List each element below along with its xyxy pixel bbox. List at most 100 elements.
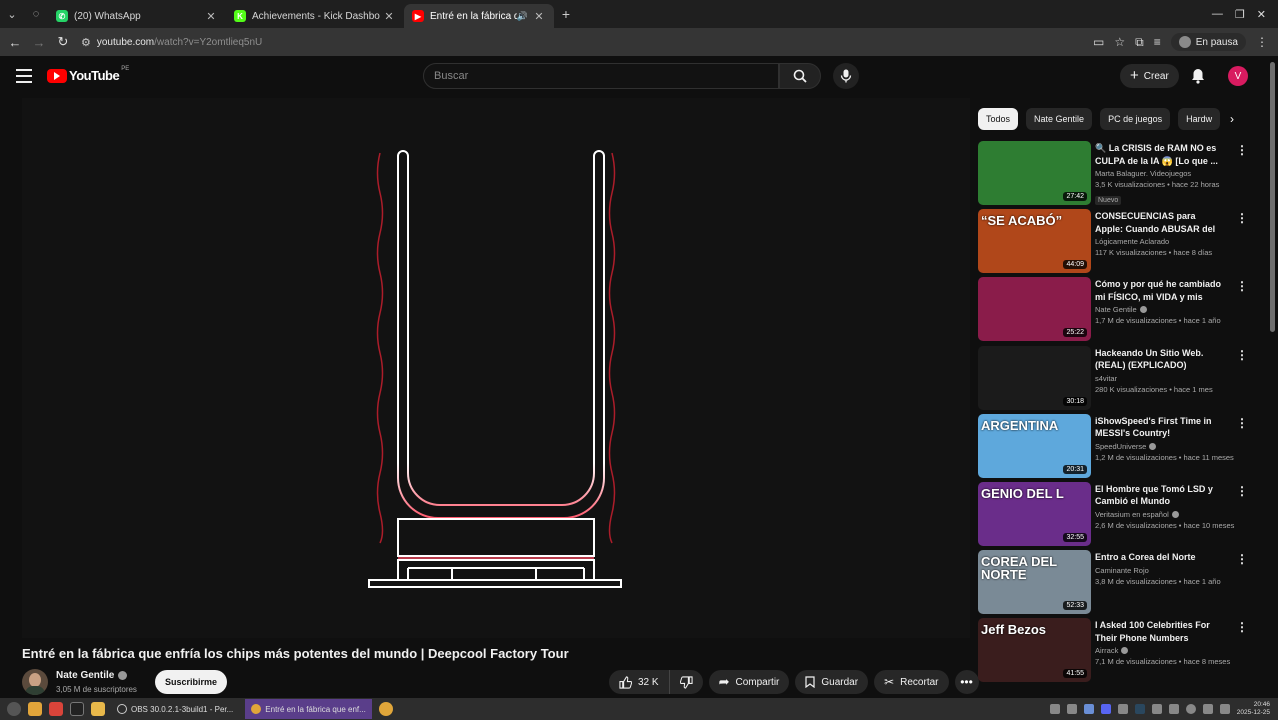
site-info-icon[interactable]: ⚙ [81,36,91,49]
profile-button[interactable]: En pausa [1170,33,1246,51]
save-button[interactable]: Guardar [795,670,869,694]
extensions-puzzle-icon[interactable]: ⧉ [1135,35,1144,50]
voice-search-button[interactable] [833,63,859,89]
address-bar[interactable]: ⚙ youtube.com/watch?v=Y2omtlieq5nU [81,31,1041,53]
kebab-menu-icon[interactable]: ⋮ [1236,279,1248,293]
kebab-menu-icon[interactable]: ⋮ [1236,552,1248,566]
channel-avatar[interactable] [22,669,48,695]
recommendation-channel[interactable]: Airrack [1095,646,1225,655]
bookmark-star-icon[interactable]: ☆ [1114,35,1125,49]
minimize-icon[interactable]: — [1212,8,1223,21]
terminal-icon[interactable] [70,702,84,716]
chevron-right-icon[interactable]: › [1222,108,1242,130]
wifi-icon[interactable] [1168,704,1179,714]
tab-kick[interactable]: K Achievements - Kick Dashbo ✕ [226,4,404,28]
menu-icon[interactable] [16,69,32,83]
search-input[interactable]: Buscar [423,63,779,89]
recommendation-item[interactable]: GENIO DEL L 32:55 El Hombre que Tomó LSD… [978,481,1250,550]
app-red-icon[interactable] [49,702,63,716]
battery-icon[interactable] [1219,704,1230,714]
recommendation-channel[interactable]: s4vitar [1095,374,1225,383]
kebab-menu-icon[interactable]: ⋮ [1236,143,1248,157]
scrollbar[interactable] [1270,62,1275,332]
kebab-menu-icon[interactable]: ⋮ [1236,620,1248,634]
video-thumbnail[interactable]: Jeff Bezos 41:55 [978,618,1091,683]
notification-icon[interactable] [1117,704,1128,714]
bluetooth-icon[interactable] [1083,704,1094,714]
video-thumbnail[interactable]: ARGENTINA 20:31 [978,413,1091,478]
video-thumbnail[interactable]: 30:18 [978,345,1091,410]
system-menu-icon[interactable] [7,702,21,716]
video-thumbnail[interactable]: GENIO DEL L 32:55 [978,481,1091,546]
search-button[interactable] [779,63,821,89]
recommendation-channel[interactable]: Nate Gentile [1095,305,1225,314]
task-browser[interactable]: Entré en la fábrica que enf... [245,699,372,719]
speaker-icon[interactable]: 🔊 [517,11,528,22]
recommendation-title[interactable]: 🔍 La CRISIS de RAM NO es CULPA de la IA … [1095,142,1225,167]
close-tab-icon[interactable]: ✕ [204,10,218,23]
tray-app-icon[interactable] [1066,704,1077,714]
recommendation-channel[interactable]: Veritasium en español [1095,510,1225,519]
reload-icon[interactable]: ↻ [51,30,75,54]
video-thumbnail[interactable]: “SE ACABÓ” 44:09 [978,209,1091,274]
task-obs[interactable]: OBS 30.0.2.1-3build1 - Per... [111,699,239,719]
close-window-icon[interactable]: ✕ [1257,8,1266,21]
kebab-menu-icon[interactable]: ⋮ [1236,416,1248,430]
tab-search-icon[interactable]: ⌄ [0,4,24,24]
maximize-icon[interactable]: ❐ [1235,8,1245,21]
youtube-logo[interactable]: YouTube PE [47,66,129,83]
kebab-menu-icon[interactable]: ⋮ [1236,348,1248,362]
chip-todos[interactable]: Todos [978,108,1019,130]
recommendation-title[interactable]: Entro a Corea del Norte [1095,551,1225,564]
chip-hardware[interactable]: Hardw [1178,108,1221,130]
volume-icon[interactable] [1202,704,1213,714]
recommendation-item[interactable]: 27:42 🔍 La CRISIS de RAM NO es CULPA de … [978,141,1250,209]
clock[interactable]: 20:46 2025-12-25 [1237,701,1270,717]
recommendation-title[interactable]: iShowSpeed's First Time in MESSI's Count… [1095,415,1225,440]
steam-icon[interactable] [1134,704,1145,714]
kebab-menu-icon[interactable]: ⋮ [1236,211,1248,225]
recommendation-item[interactable]: Jeff Bezos 41:55 I Asked 100 Celebrities… [978,618,1250,686]
update-icon[interactable] [1185,704,1196,714]
video-thumbnail[interactable]: COREA DEL NORTE 52:33 [978,550,1091,615]
kebab-menu-icon[interactable]: ⋮ [1236,484,1248,498]
channel-name[interactable]: Nate Gentile [56,670,128,681]
like-button[interactable]: 32 K [609,670,670,694]
more-actions-button[interactable]: ••• [954,670,979,694]
chip-pc-de-juegos[interactable]: PC de juegos [1100,108,1171,130]
video-thumbnail[interactable]: 25:22 [978,277,1091,342]
account-avatar[interactable]: V [1228,66,1248,86]
recommendation-channel[interactable]: SpeedUniverse [1095,442,1225,451]
recommendation-item[interactable]: 30:18 Hackeando Un Sitio Web. (REAL) (EX… [978,345,1250,414]
recommendation-title[interactable]: El Hombre que Tomó LSD y Cambió el Mundo [1095,483,1225,508]
recommendation-item[interactable]: “SE ACABÓ” 44:09 CONSECUENCIAS para Appl… [978,209,1250,277]
files-icon[interactable] [28,702,42,716]
recommendation-item[interactable]: ARGENTINA 20:31 iShowSpeed's First Time … [978,413,1250,482]
close-tab-icon[interactable]: ✕ [532,10,546,23]
new-tab-button[interactable]: + [554,6,578,22]
chrome-pinned-icon[interactable] [378,702,393,716]
forward-icon[interactable]: → [27,30,51,54]
back-icon[interactable]: ← [3,30,27,54]
recommendation-title[interactable]: I Asked 100 Celebrities For Their Phone … [1095,619,1225,644]
recommendation-item[interactable]: COREA DEL NORTE 52:33 Entro a Corea del … [978,550,1250,618]
media-controls-icon[interactable]: ≡ [1154,35,1161,49]
clip-button[interactable]: ✂ Recortar [874,670,949,694]
dislike-button[interactable] [670,670,703,694]
recommendation-channel[interactable]: Lógicamente Aclarado [1095,237,1225,246]
create-button[interactable]: + Crear [1120,64,1179,88]
clipboard-icon[interactable] [1151,704,1162,714]
close-tab-icon[interactable]: ✕ [382,10,396,23]
subscribe-button[interactable]: Suscribirme [155,670,227,694]
chip-nate-gentile[interactable]: Nate Gentile [1026,108,1093,130]
folder-icon[interactable] [91,702,105,716]
recommendation-channel[interactable]: Caminante Rojo [1095,566,1225,575]
video-thumbnail[interactable]: 27:42 [978,141,1091,205]
recommendation-item[interactable]: 25:22 Cómo y por qué he cambiado mi FÍSI… [978,277,1250,345]
share-button[interactable]: ➦ Compartir [708,670,790,694]
notifications-bell-icon[interactable] [1189,67,1207,85]
discord-icon[interactable] [1100,704,1111,714]
recommendation-title[interactable]: Cómo y por qué he cambiado mi FÍSICO, mi… [1095,278,1225,303]
tray-app-icon[interactable] [1049,704,1060,714]
recommendation-title[interactable]: CONSECUENCIAS para Apple: Cuando ABUSAR … [1095,210,1225,235]
